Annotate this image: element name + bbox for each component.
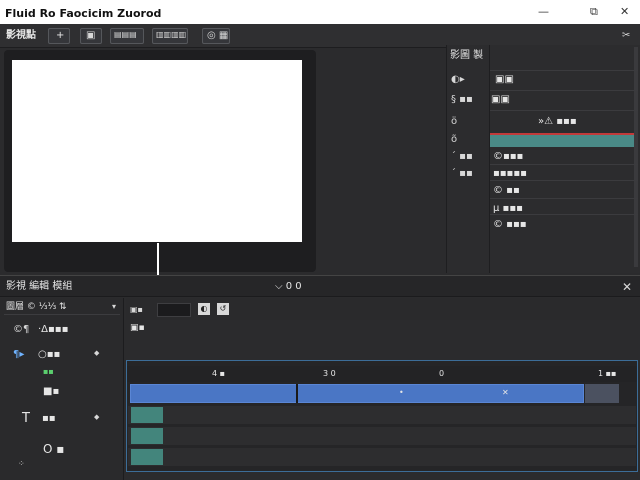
- text-layer-icon: T: [22, 411, 30, 426]
- window-title: Fluid Ro Faocicim Zuorod: [5, 7, 162, 20]
- layer-name[interactable]: ·Δ▪▪▪: [38, 325, 68, 335]
- clip-tail[interactable]: [585, 384, 619, 403]
- property-icon: ´ ▪▪: [451, 168, 473, 179]
- frame-icon: ▣: [86, 30, 96, 41]
- time-ruler[interactable]: 4 ▪ 3 0 0 1 ▪▪: [127, 366, 637, 382]
- property-icon: § ▪▪: [451, 94, 473, 105]
- grid-icon: ▤▤▤: [114, 30, 137, 39]
- maximize-button[interactable]: ⧉: [590, 5, 598, 19]
- track-lane[interactable]: [128, 448, 636, 466]
- row-divider: [490, 70, 638, 71]
- layer-name[interactable]: ○▪▪: [38, 350, 60, 360]
- properties-divider: [489, 45, 490, 273]
- row-divider: [490, 214, 638, 215]
- frame-button[interactable]: ▣: [80, 28, 102, 44]
- add-button[interactable]: +: [48, 28, 70, 44]
- row-divider: [490, 110, 638, 111]
- property-value[interactable]: ▣▣: [491, 95, 510, 105]
- panels-button[interactable]: ▥▥▥▥: [152, 28, 188, 44]
- track-lane[interactable]: [128, 406, 636, 424]
- keyframe-icon[interactable]: ◆: [94, 414, 99, 421]
- tools-icon[interactable]: ✂: [622, 31, 630, 41]
- close-button[interactable]: ✕: [620, 5, 629, 18]
- audio-clip[interactable]: [131, 428, 163, 444]
- row-divider: [490, 198, 638, 199]
- ruler-tick: 4 ▪: [212, 369, 226, 378]
- property-icon: ö: [451, 116, 458, 127]
- layer-name[interactable]: ▪▪: [42, 414, 56, 424]
- row-divider: [490, 164, 638, 165]
- property-icon: ◐▸: [451, 74, 465, 85]
- timeline-title: 影視 編輯 模組: [6, 281, 73, 292]
- layers-header-label: 圖層 © ⅓⅓ ⇅: [6, 302, 67, 312]
- properties-panel: [446, 45, 640, 273]
- view-button[interactable]: ◎ ▦: [202, 28, 230, 44]
- properties-header: 影圖 製: [450, 50, 484, 61]
- clip-marker: ✕: [502, 388, 509, 397]
- audio-clip[interactable]: [131, 449, 163, 465]
- record-icon[interactable]: ◐: [198, 303, 210, 315]
- layers-header: 圖層 © ⅓⅓ ⇅ ▾: [4, 301, 120, 315]
- close-timeline-icon[interactable]: ✕: [622, 281, 632, 293]
- ruler-tick: 3 0: [323, 369, 336, 378]
- row-divider: [490, 180, 638, 181]
- panels-icon: ▥▥▥▥: [156, 30, 187, 39]
- layer-icon: ©¶: [13, 324, 30, 335]
- track-label: ▣▪: [130, 323, 145, 333]
- video-clip[interactable]: • ✕: [130, 384, 584, 403]
- property-value[interactable]: © ▪▪▪: [493, 220, 527, 230]
- more-icon[interactable]: ⁘: [18, 460, 25, 468]
- property-value[interactable]: © ▪▪: [493, 186, 520, 196]
- minimize-button[interactable]: —: [538, 5, 549, 18]
- audio-clip[interactable]: [131, 407, 163, 423]
- layer-name[interactable]: O ▪: [43, 443, 64, 455]
- ruler-tick: 1 ▪▪: [598, 369, 617, 378]
- timecode-display: ⌵ 0 0: [275, 281, 302, 292]
- plus-icon: +: [56, 30, 65, 41]
- layer-icon: ¶▸: [13, 349, 25, 360]
- property-value[interactable]: ▪▪▪▪▪: [493, 169, 527, 179]
- pin-icon[interactable]: ▣▪: [130, 306, 143, 314]
- property-value[interactable]: ©▪▪▪: [493, 152, 523, 162]
- layer-name[interactable]: ▪▪: [43, 368, 54, 376]
- loop-icon[interactable]: ↺: [217, 303, 229, 315]
- property-icon: õ: [451, 134, 458, 145]
- track-lane[interactable]: [128, 427, 636, 445]
- property-icon: ´ ▪▪: [451, 151, 473, 162]
- time-input[interactable]: [157, 303, 191, 317]
- title-bar: Fluid Ro Faocicim Zuorod — ⧉ ✕: [0, 0, 640, 24]
- property-value[interactable]: »⚠ ▪▪▪: [538, 117, 577, 127]
- eye-icon: ◎ ▦: [207, 30, 229, 41]
- clip-marker: •: [399, 388, 404, 397]
- layout-button[interactable]: ▤▤▤: [110, 28, 144, 44]
- ruler-tick: 0: [439, 369, 445, 378]
- property-value[interactable]: µ ▪▪▪: [493, 204, 523, 214]
- chevron-down-icon[interactable]: ▾: [112, 303, 116, 311]
- layer-name[interactable]: ■▪: [43, 387, 59, 397]
- clip-split-marker[interactable]: [296, 384, 298, 403]
- property-value[interactable]: ▣▣: [495, 75, 514, 85]
- property-color-bar[interactable]: [490, 133, 634, 147]
- row-divider: [490, 90, 638, 91]
- toolbar-menu-label[interactable]: 影視點: [6, 31, 36, 41]
- keyframe-icon[interactable]: ◆: [94, 350, 99, 357]
- properties-scrollbar[interactable]: [634, 47, 638, 267]
- timeline-header: 影視 編輯 模組 ⌵ 0 0 ✕: [0, 275, 640, 297]
- canvas[interactable]: [12, 60, 302, 242]
